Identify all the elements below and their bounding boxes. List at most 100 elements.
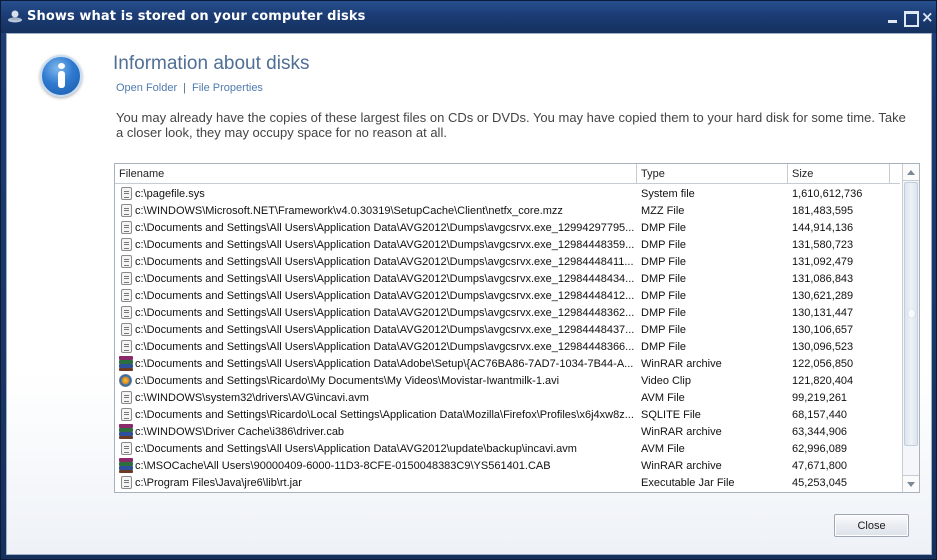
document-icon: [115, 270, 135, 287]
document-icon: [115, 338, 135, 355]
table-row[interactable]: c:\WINDOWS\system32\drivers\AVG\incavi.a…: [115, 389, 900, 406]
size-cell: 130,106,657: [792, 323, 854, 336]
size-cell: 99,219,261: [792, 391, 848, 404]
document-icon: [115, 321, 135, 338]
size-cell: 47,671,800: [792, 459, 848, 472]
size-cell: 131,580,723: [792, 238, 854, 251]
scroll-down-button[interactable]: [903, 475, 919, 492]
files-list[interactable]: Filename Type Size c:\pagefile.sys System…: [114, 163, 920, 493]
table-row[interactable]: c:\Documents and Settings\All Users\Appl…: [115, 219, 900, 236]
size-cell: 1,610,612,736: [792, 187, 863, 200]
type-cell: AVM File: [641, 442, 685, 455]
winrar-archive-icon: [115, 355, 135, 372]
winrar-archive-icon: [115, 423, 135, 440]
scroll-up-button[interactable]: [903, 164, 919, 181]
filename-cell: c:\Program Files\Java\jre6\lib\rt.jar: [135, 476, 302, 489]
document-icon: [115, 202, 135, 219]
document-icon: [115, 185, 135, 202]
table-row[interactable]: c:\Documents and Settings\All Users\Appl…: [115, 236, 900, 253]
table-row[interactable]: c:\pagefile.sys System file 1,610,612,736: [115, 185, 900, 202]
filename-cell: c:\MSOCache\All Users\90000409-6000-11D3…: [135, 459, 551, 472]
table-row[interactable]: c:\Program Files\Java\jre6\lib\rt.jar Exe…: [115, 474, 900, 491]
vertical-scrollbar[interactable]: [902, 164, 919, 492]
type-cell: DMP File: [641, 221, 687, 234]
table-row[interactable]: c:\Documents and Settings\All Users\Appl…: [115, 287, 900, 304]
type-cell: Executable Jar File: [641, 476, 735, 489]
size-cell: 62,996,089: [792, 442, 848, 455]
table-row[interactable]: c:\MSOCache\All Users\90000409-6000-11D3…: [115, 457, 900, 474]
document-icon: [115, 253, 135, 270]
table-row[interactable]: c:\Documents and Settings\All Users\Appl…: [115, 253, 900, 270]
table-row[interactable]: c:\Documents and Settings\All Users\Appl…: [115, 355, 900, 372]
dialog-window: Shows what is stored on your computer di…: [0, 0, 937, 560]
close-window-button[interactable]: ×: [921, 10, 934, 25]
type-cell: System file: [641, 187, 695, 200]
size-cell: 144,914,136: [792, 221, 854, 234]
column-header-type[interactable]: Type: [637, 164, 788, 183]
filename-cell: c:\Documents and Settings\All Users\Appl…: [135, 221, 635, 234]
minimize-button[interactable]: [887, 11, 900, 24]
column-header-size[interactable]: Size: [788, 164, 890, 183]
filename-cell: c:\WINDOWS\Driver Cache\i386\driver.cab: [135, 425, 345, 438]
size-cell: 130,131,447: [792, 306, 854, 319]
column-header-filler: [890, 164, 900, 183]
filename-cell: c:\Documents and Settings\All Users\Appl…: [135, 306, 635, 319]
type-cell: DMP File: [641, 323, 687, 336]
type-cell: WinRAR archive: [641, 425, 722, 438]
size-cell: 181,483,595: [792, 204, 854, 217]
description-text: You may already have the copies of these…: [116, 110, 906, 140]
disk-user-icon: [8, 10, 22, 23]
document-icon: [115, 304, 135, 321]
size-cell: 122,056,850: [792, 357, 854, 370]
table-row[interactable]: c:\WINDOWS\Driver Cache\i386\driver.cab W…: [115, 423, 900, 440]
type-cell: WinRAR archive: [641, 459, 722, 472]
type-cell: SQLITE File: [641, 408, 701, 421]
document-icon: [115, 287, 135, 304]
filename-cell: c:\Documents and Settings\Ricardo\Local …: [135, 408, 634, 421]
list-header: Filename Type Size: [115, 164, 900, 184]
title-bar[interactable]: Shows what is stored on your computer di…: [1, 1, 936, 33]
info-icon: [40, 55, 82, 97]
filename-cell: c:\Documents and Settings\All Users\Appl…: [135, 442, 577, 455]
size-cell: 131,086,843: [792, 272, 854, 285]
filename-cell: c:\pagefile.sys: [135, 187, 205, 200]
column-header-filename[interactable]: Filename: [115, 164, 637, 183]
document-icon: [115, 389, 135, 406]
table-row[interactable]: c:\Documents and Settings\All Users\Appl…: [115, 338, 900, 355]
type-cell: Video Clip: [641, 374, 691, 387]
table-row[interactable]: c:\Documents and Settings\Ricardo\Local …: [115, 406, 900, 423]
page-title: Information about disks: [113, 53, 310, 74]
close-button[interactable]: Close: [834, 514, 909, 537]
video-clip-icon: [115, 372, 135, 389]
table-row[interactable]: c:\Documents and Settings\All Users\Appl…: [115, 304, 900, 321]
link-separator: |: [183, 82, 187, 94]
filename-cell: c:\Documents and Settings\Ricardo\My Doc…: [135, 374, 560, 387]
file-properties-link[interactable]: File Properties: [192, 82, 263, 94]
type-cell: WinRAR archive: [641, 357, 722, 370]
type-cell: DMP File: [641, 238, 687, 251]
scroll-thumb[interactable]: [904, 182, 918, 446]
open-folder-link[interactable]: Open Folder: [116, 82, 177, 94]
filename-cell: c:\Documents and Settings\All Users\Appl…: [135, 272, 635, 285]
maximize-button[interactable]: [904, 11, 919, 27]
filename-cell: c:\WINDOWS\system32\drivers\AVG\incavi.a…: [135, 391, 369, 404]
type-cell: MZZ File: [641, 204, 685, 217]
table-row[interactable]: c:\Documents and Settings\Ricardo\My Doc…: [115, 372, 900, 389]
size-cell: 130,096,523: [792, 340, 854, 353]
filename-cell: c:\Documents and Settings\All Users\Appl…: [135, 238, 635, 251]
filename-cell: c:\Documents and Settings\All Users\Appl…: [135, 323, 635, 336]
filename-cell: c:\Documents and Settings\All Users\Appl…: [135, 340, 635, 353]
filename-cell: c:\Documents and Settings\All Users\Appl…: [135, 289, 635, 302]
winrar-archive-icon: [115, 457, 135, 474]
table-row[interactable]: c:\Documents and Settings\All Users\Appl…: [115, 440, 900, 457]
table-row[interactable]: c:\Documents and Settings\All Users\Appl…: [115, 321, 900, 338]
table-row[interactable]: c:\WINDOWS\Microsoft.NET\Framework\v4.0.…: [115, 202, 900, 219]
size-cell: 63,344,906: [792, 425, 848, 438]
type-cell: DMP File: [641, 340, 687, 353]
table-row[interactable]: c:\Documents and Settings\All Users\Appl…: [115, 270, 900, 287]
size-cell: 130,621,289: [792, 289, 854, 302]
action-links: Open Folder | File Properties: [116, 82, 263, 94]
size-cell: 121,820,404: [792, 374, 854, 387]
window-title: Shows what is stored on your computer di…: [27, 9, 366, 24]
filename-cell: c:\Documents and Settings\All Users\Appl…: [135, 255, 634, 268]
